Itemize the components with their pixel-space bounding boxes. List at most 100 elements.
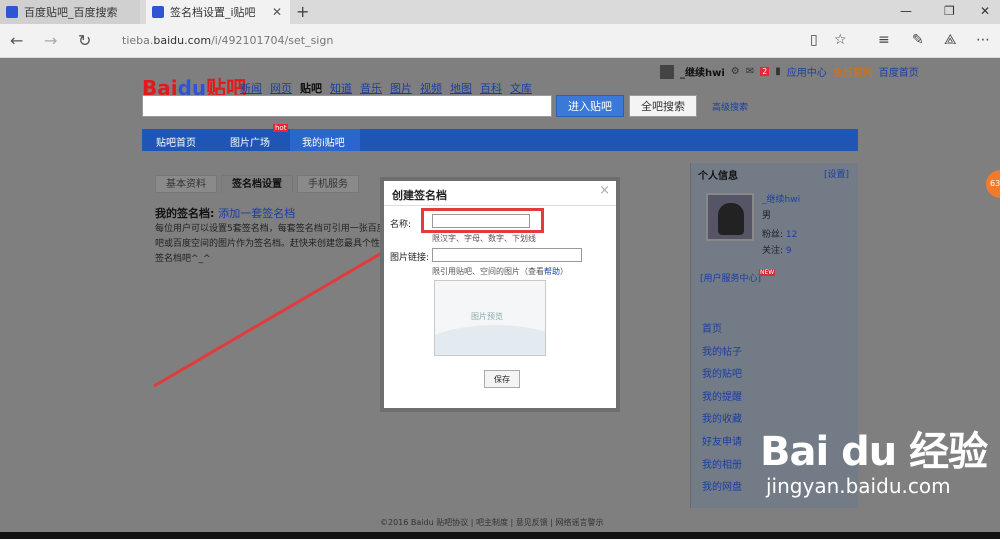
sidebar-gender: 男	[762, 211, 772, 221]
nav-music[interactable]: 音乐	[360, 80, 382, 96]
tieba-favicon-icon	[6, 6, 18, 18]
preview-wave	[435, 325, 545, 355]
follow-count[interactable]: 9	[786, 246, 792, 256]
sidebar-username[interactable]: _继续hwi	[762, 192, 800, 205]
enter-tieba-button[interactable]: 进入贴吧	[556, 95, 624, 117]
sidebar-item-friend-requests[interactable]: 好友申请	[702, 433, 742, 456]
tab-label: 百度贴吧_百度搜索	[24, 6, 118, 19]
signature-description: 每位用户可以设置5套签名档，每套签名档可引用一张百度贴吧或百度空间的图片作为签名…	[155, 224, 395, 264]
nav-map[interactable]: 地图	[450, 80, 472, 96]
browser-nav-bar: ← → ↻ tieba.baidu.com/i/492101704/set_si…	[0, 24, 1000, 58]
search-all-button[interactable]: 全吧搜索	[629, 95, 697, 117]
avatar[interactable]	[660, 64, 674, 79]
nav-wenku[interactable]: 文库	[510, 80, 532, 96]
close-icon[interactable]: ×	[599, 183, 610, 198]
sidebar-item-reminders[interactable]: 我的提醒	[702, 388, 742, 411]
sidebar-item-album[interactable]: 我的相册	[702, 456, 742, 479]
dialog-title: 创建签名档	[392, 189, 447, 202]
image-link-label: 图片链接:	[390, 253, 430, 263]
annotation-highlight-box	[421, 208, 544, 233]
user-name[interactable]: _继续hwi	[680, 64, 725, 79]
sidebar-follow: 关注: 9	[762, 243, 792, 256]
taskbar	[0, 532, 1000, 539]
nav-images[interactable]: 图片	[390, 80, 412, 96]
preview-label: 图片预览	[471, 312, 503, 321]
minimize-icon[interactable]: —	[900, 4, 912, 18]
refresh-icon[interactable]: ↻	[78, 31, 91, 50]
baidu-jingyan-watermark: Bai du 经验 jingyan.baidu.com	[760, 430, 988, 498]
sidebar-item-netdisk[interactable]: 我的网盘	[702, 478, 742, 501]
sidebar-item-my-tieba[interactable]: 我的贴吧	[702, 365, 742, 388]
main-nav-home[interactable]: 贴吧首页	[156, 134, 196, 149]
follow-label: 关注:	[762, 246, 784, 256]
web-note-icon[interactable]: ✎	[912, 32, 924, 48]
forward-icon[interactable]: →	[44, 31, 57, 50]
footer-links[interactable]: ©2016 Baidu 贴吧协议 | 吧主制度 | 意见反馈 | 网络谣言警示	[380, 517, 604, 528]
avatar[interactable]	[706, 193, 754, 241]
my-signature-heading: 我的签名档: 添加一套签名档	[155, 205, 295, 221]
image-hint-prefix: 限引用贴吧、空间的图片（查看	[432, 267, 544, 276]
close-tab-icon[interactable]: ✕	[272, 5, 282, 19]
sidebar-title: 个人信息	[698, 171, 738, 182]
new-tab-icon[interactable]: +	[296, 2, 309, 21]
add-signature-link[interactable]: 添加一套签名档	[218, 207, 295, 220]
fans-count[interactable]: 12	[786, 230, 797, 240]
nav-tieba[interactable]: 贴吧	[300, 80, 322, 96]
tab-set-sign[interactable]: 签名档设置_i贴吧 ✕	[146, 0, 290, 24]
reading-view-icon[interactable]: ▯	[810, 32, 818, 48]
advanced-search-link[interactable]: 高级搜索	[712, 100, 748, 113]
tieba-favicon-icon	[152, 6, 164, 18]
image-link-field[interactable]	[432, 248, 582, 262]
vip-link[interactable]: 会员官网	[833, 64, 873, 79]
favorite-star-icon[interactable]: ☆	[834, 32, 847, 48]
tab-basic-info[interactable]: 基本资料	[155, 175, 217, 193]
image-hint-suffix: ）	[560, 267, 568, 276]
sidebar-settings-link[interactable]: [设置]	[824, 167, 849, 180]
my-signature-label: 我的签名档:	[155, 207, 215, 220]
url-domain: baidu.com	[153, 34, 212, 47]
nav-web[interactable]: 网页	[270, 80, 292, 96]
more-icon[interactable]: ⋯	[976, 32, 990, 48]
sidebar-links: 首页 我的帖子 我的贴吧 我的提醒 我的收藏 好友申请 我的相册 我的网盘	[702, 320, 742, 501]
main-nav-my-tieba[interactable]: 我的i贴吧	[302, 134, 345, 149]
nav-baike[interactable]: 百科	[480, 80, 502, 96]
back-icon[interactable]: ←	[10, 31, 23, 50]
baidu-home-link[interactable]: 百度首页	[879, 64, 919, 79]
app-center-link[interactable]: 应用中心	[787, 64, 827, 79]
maximize-icon[interactable]: ❐	[944, 4, 955, 18]
sidebar-item-home[interactable]: 首页	[702, 320, 742, 343]
share-icon[interactable]: ⟁	[944, 32, 957, 48]
nav-video[interactable]: 视频	[420, 80, 442, 96]
name-label: 名称:	[390, 220, 412, 230]
nav-zhidao[interactable]: 知道	[330, 80, 352, 96]
sidebar-fans: 粉丝: 12	[762, 227, 797, 240]
tab-signature[interactable]: 签名档设置	[221, 175, 293, 193]
gear-icon[interactable]: ⚙	[731, 66, 740, 77]
tab-mobile[interactable]: 手机服务	[297, 175, 359, 193]
top-nav: 新闻 网页 贴吧 知道 音乐 图片 视频 地图 百科 文库	[240, 80, 532, 96]
settings-tabs: 基本资料 签名档设置 手机服务	[155, 175, 359, 193]
service-center-link[interactable]: [用户服务中心]	[700, 271, 761, 284]
phone-icon[interactable]: ▮	[775, 66, 781, 77]
close-window-icon[interactable]: ✕	[980, 4, 990, 18]
main-nav-pictures[interactable]: 图片广场	[230, 134, 270, 149]
save-button[interactable]: 保存	[484, 370, 520, 388]
search-input[interactable]	[142, 95, 552, 117]
help-link[interactable]: 帮助	[544, 267, 560, 276]
nav-news[interactable]: 新闻	[240, 80, 262, 96]
address-bar[interactable]: tieba.baidu.com/i/492101704/set_sign	[122, 34, 333, 47]
message-icon[interactable]: ✉	[746, 66, 754, 77]
sidebar-item-favorites[interactable]: 我的收藏	[702, 410, 742, 433]
name-hint: 限汉字、字母、数字、下划线	[432, 234, 536, 243]
notification-badge: 2	[760, 67, 770, 76]
image-link-hint: 限引用贴吧、空间的图片（查看帮助）	[432, 266, 568, 277]
url-path: /i/492101704/set_sign	[211, 34, 334, 47]
watermark-url: jingyan.baidu.com	[766, 474, 951, 498]
hub-menu-icon[interactable]: ≡	[878, 32, 890, 48]
sidebar-item-my-posts[interactable]: 我的帖子	[702, 343, 742, 366]
fans-label: 粉丝:	[762, 230, 784, 240]
tab-baidu-search[interactable]: 百度贴吧_百度搜索	[0, 0, 140, 24]
new-tag: NEW	[759, 269, 776, 276]
browser-tab-bar: 百度贴吧_百度搜索 签名档设置_i贴吧 ✕ + — ❐ ✕	[0, 0, 1000, 24]
hot-tag: hot	[273, 124, 289, 132]
